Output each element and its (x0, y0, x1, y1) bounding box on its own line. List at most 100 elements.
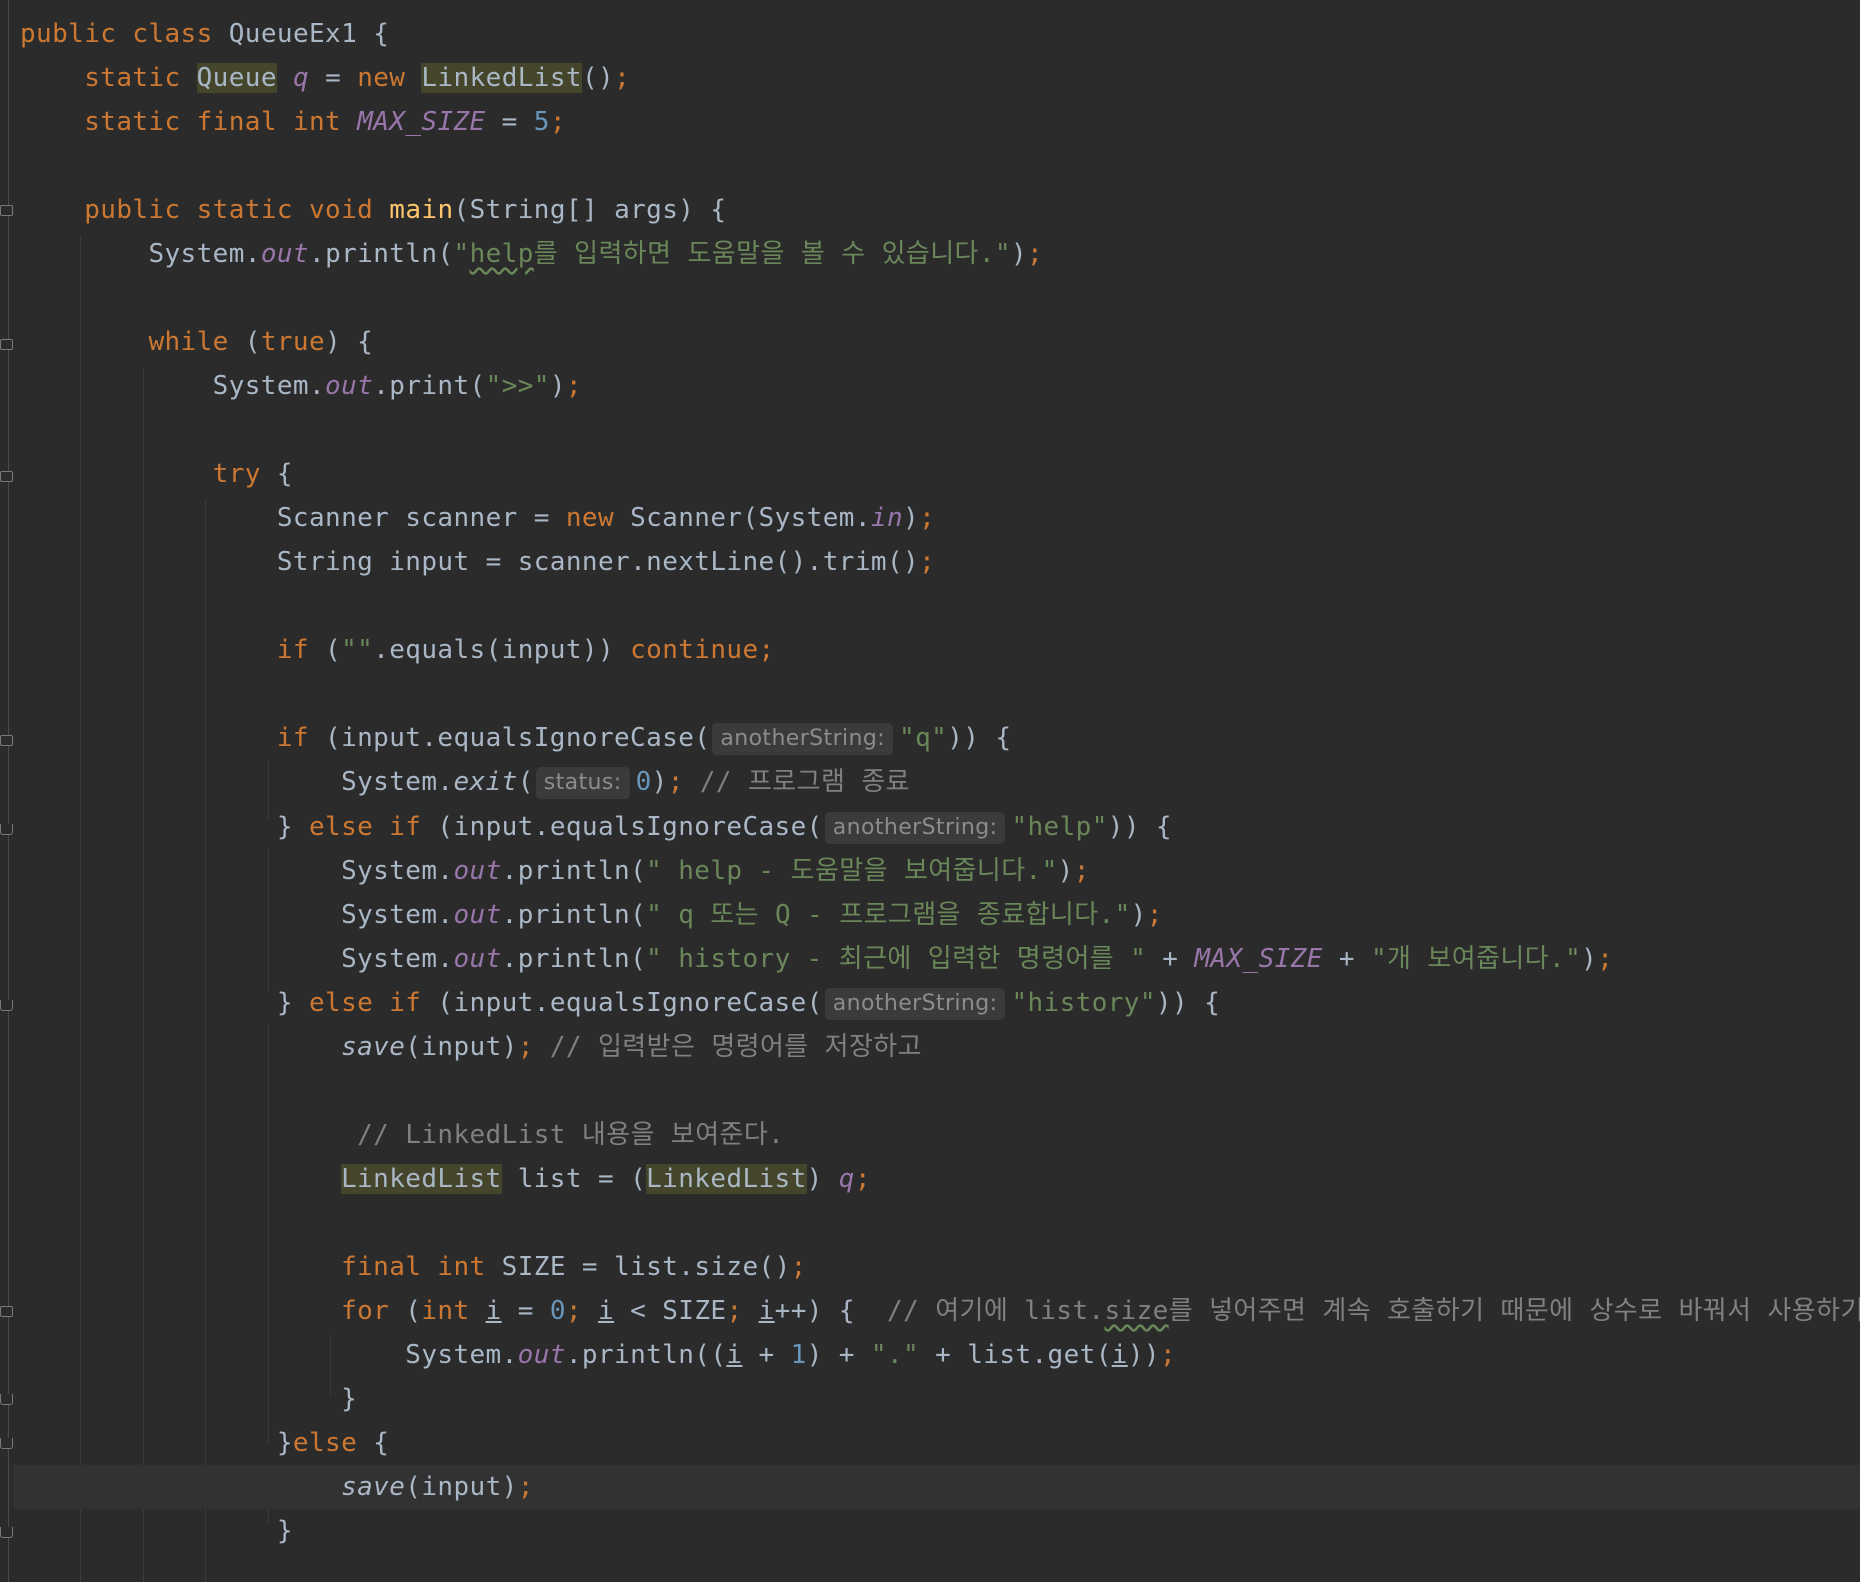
loop-variable: i (758, 1296, 775, 1326)
parameter-hint: anotherString: (712, 723, 894, 755)
code-line[interactable]: Scanner scanner = new Scanner(System.in)… (20, 496, 935, 540)
method-call: equalsIgnoreCase (549, 988, 807, 1018)
fold-marker-icon[interactable] (0, 471, 13, 482)
keyword: static (196, 195, 293, 225)
fold-marker-icon[interactable] (0, 339, 13, 350)
fold-marker-icon[interactable] (0, 1306, 13, 1317)
code-line[interactable]: String input = scanner.nextLine().trim()… (20, 540, 935, 584)
fold-end-marker-icon[interactable] (0, 1394, 13, 1405)
type: System (341, 767, 438, 797)
static-method-call: save (341, 1472, 406, 1502)
fold-end-marker-icon[interactable] (0, 1000, 13, 1011)
constant: MAX_SIZE (1194, 944, 1323, 974)
variable: scanner (517, 547, 631, 577)
static-method-call: save (341, 1032, 406, 1062)
keyword: int (421, 1296, 470, 1326)
code-line[interactable]: save(input); // 입력받은 명령어를 저장하고 (20, 1025, 922, 1069)
code-line[interactable]: } (20, 1377, 357, 1421)
code-line[interactable]: if ("".equals(input)) continue; (20, 628, 775, 672)
fold-marker-icon[interactable] (0, 205, 13, 216)
fold-marker-icon[interactable] (0, 735, 13, 746)
variable: input (453, 988, 534, 1018)
field: in (870, 503, 904, 533)
field: out (325, 371, 374, 401)
keyword: else (292, 1428, 358, 1458)
code-line[interactable]: System.out.println(" history - 최근에 입력한 명… (20, 937, 1613, 981)
fold-end-marker-icon[interactable] (0, 1527, 13, 1538)
code-line[interactable]: public static void main(String[] args) { (20, 188, 726, 232)
code-line[interactable]: if (input.equalsIgnoreCase(anotherString… (20, 716, 1011, 760)
method-call: equals (389, 635, 486, 665)
gutter-divider (8, 0, 9, 1582)
variable: list (517, 1164, 582, 1194)
method-call: size (694, 1252, 759, 1282)
variable: input (421, 1032, 502, 1062)
keyword: void (309, 195, 374, 225)
type: System (148, 239, 245, 269)
code-line[interactable]: System.exit(status: 0); // 프로그램 종료 (20, 760, 910, 804)
code-line[interactable]: static final int MAX_SIZE = 5; (20, 100, 566, 144)
code-line[interactable]: System.out.println(" help - 도움말을 보여줍니다."… (20, 849, 1090, 893)
code-line[interactable]: static Queue q = new LinkedList(); (20, 56, 630, 100)
variable: input (501, 635, 582, 665)
method-call: equalsIgnoreCase (549, 812, 807, 842)
keyword: continue (630, 635, 759, 665)
method-call: println (517, 856, 631, 886)
parameter-hint: anotherString: (824, 812, 1006, 844)
variable: scanner (405, 503, 518, 533)
method-call: println (581, 1340, 695, 1370)
type: System (341, 900, 438, 930)
code-line[interactable]: final int SIZE = list.size(); (20, 1245, 807, 1289)
type: System (758, 503, 855, 533)
code-line[interactable]: while (true) { (20, 320, 373, 364)
code-line[interactable]: public class QueueEx1 { (20, 12, 389, 56)
keyword: else (308, 812, 374, 842)
variable: input (421, 1472, 502, 1502)
constant: SIZE (501, 1252, 566, 1282)
number: 5 (533, 107, 550, 137)
variable: input (341, 723, 422, 753)
field: q (292, 63, 310, 93)
keyword: if (389, 812, 422, 842)
code-line[interactable]: save(input); (20, 1465, 534, 1509)
static-method-call: exit (453, 767, 518, 797)
code-line[interactable]: } else if (input.equalsIgnoreCase(anothe… (20, 981, 1220, 1025)
field: q (838, 1164, 855, 1194)
method-call: print (389, 371, 470, 401)
code-line[interactable]: try { (20, 452, 293, 496)
field: out (453, 900, 502, 930)
parameter: args (614, 195, 679, 225)
type: System (341, 944, 438, 974)
string: "q" (899, 723, 948, 753)
code-editor[interactable]: public class QueueEx1 { static Queue q =… (0, 0, 1860, 1582)
loop-variable: i (485, 1296, 502, 1326)
method-call: nextLine (646, 547, 775, 577)
code-line[interactable]: for (int i = 0; i < SIZE; i++) { // 여기에 … (20, 1289, 1860, 1333)
code-line[interactable]: System.out.println((i + 1) + "." + list.… (20, 1333, 1176, 1377)
code-line[interactable]: System.out.println("help를 입력하면 도움말을 볼 수 … (20, 232, 1043, 276)
code-line[interactable]: System.out.print(">>"); (20, 364, 582, 408)
loop-variable: i (1111, 1340, 1128, 1370)
fold-end-marker-icon[interactable] (0, 1438, 13, 1449)
code-line[interactable]: }else { (20, 1421, 389, 1465)
fold-end-marker-icon[interactable] (0, 824, 13, 835)
string: "" (341, 635, 374, 665)
code-line[interactable]: System.out.println(" q 또는 Q - 프로그램을 종료합니… (20, 893, 1163, 937)
type: String (469, 195, 566, 225)
code-line[interactable]: } else if (input.equalsIgnoreCase(anothe… (20, 805, 1172, 849)
variable: list (614, 1252, 679, 1282)
code-line[interactable]: } (20, 1509, 293, 1553)
loop-variable: i (726, 1340, 743, 1370)
string: "개 보여줍니다." (1370, 944, 1582, 974)
method-call: println (325, 239, 438, 269)
string: " history - 최근에 입력한 명령어를 " (646, 944, 1147, 974)
keyword: if (276, 723, 309, 753)
code-line[interactable]: // LinkedList 내용을 보여준다. (20, 1113, 784, 1157)
code-line[interactable]: LinkedList list = (LinkedList) q; (20, 1157, 871, 1201)
keyword: for (341, 1296, 390, 1326)
field: out (517, 1340, 566, 1370)
keyword: class (132, 19, 213, 49)
keyword: if (389, 988, 422, 1018)
type: System (405, 1340, 502, 1370)
string: " (453, 239, 470, 269)
